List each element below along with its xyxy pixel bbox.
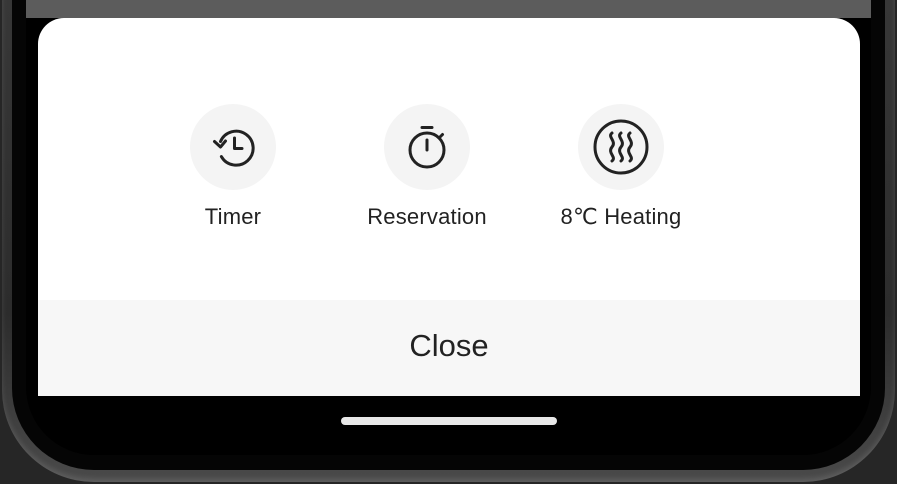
reservation-button[interactable]: Reservation (347, 104, 507, 230)
reservation-label: Reservation (367, 204, 487, 229)
reservation-icon-circle (384, 104, 470, 190)
timer-button[interactable]: Timer (153, 104, 313, 230)
device-frame: Timer Reservation 8℃ Heating Close (0, 0, 897, 484)
stopwatch-icon (408, 126, 446, 169)
timer-label: Timer (204, 204, 262, 229)
close-button[interactable]: Close (38, 300, 860, 396)
dimmed-backdrop[interactable] (26, 0, 871, 18)
close-label: Close (409, 328, 489, 363)
home-indicator[interactable] (341, 417, 557, 425)
heating-waves-icon (593, 119, 649, 175)
timer-history-icon (213, 129, 255, 167)
timer-icon-circle (190, 104, 276, 190)
heating-button[interactable]: 8℃ Heating (541, 104, 701, 230)
heating-label: 8℃ Heating (560, 204, 682, 229)
heating-icon-circle (578, 104, 664, 190)
phone-screen: Timer Reservation 8℃ Heating Close (26, 0, 871, 455)
bottom-sheet: Timer Reservation 8℃ Heating Close (38, 18, 860, 396)
action-grid: Timer Reservation 8℃ Heating (38, 18, 860, 300)
